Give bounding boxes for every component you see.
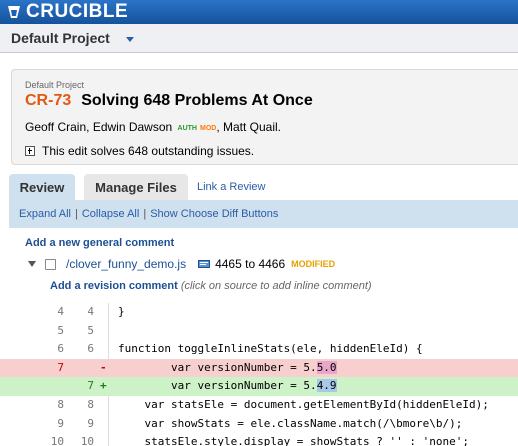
diff-line[interactable]: 6 6 function toggleInlineStats(ele, hidden… <box>0 340 518 359</box>
diff-line[interactable]: 4 4} <box>0 303 518 322</box>
tab-bar: Review Manage Files Link a Review <box>0 174 518 200</box>
old-line-number: 4 <box>57 305 64 318</box>
changed-token: 4.9 <box>316 379 337 393</box>
source-code-prefix: var versionNumber = 5. <box>118 379 317 393</box>
new-line-number: 4 <box>87 305 94 318</box>
collapse-all-link[interactable]: Collapse All <box>82 208 139 220</box>
participant-moderator: Edwin Dawson <box>92 120 173 134</box>
project-selector-label[interactable]: Default Project <box>11 30 110 46</box>
top-brand-bar: CRUCIBLE <box>0 0 518 24</box>
old-line-number: 8 <box>57 397 64 411</box>
diff-line[interactable]: 55 <box>0 322 518 341</box>
review-toolbar: Expand All | Collapse All | Show Choose … <box>9 200 518 228</box>
source-code: var statsEle = document.getElementById(h… <box>118 397 489 411</box>
diff-marker: - <box>100 360 107 374</box>
old-line-number: 10 <box>50 435 64 446</box>
review-key: CR-73 <box>25 92 72 109</box>
diff-line[interactable]: 10 10 statsEle.style.display = showStats … <box>0 433 518 446</box>
new-line-number: 8 <box>87 397 94 411</box>
revision-comment-row: Add a revision comment (click on source … <box>50 280 372 292</box>
revision-range: 4465 to 4466 <box>215 257 286 271</box>
review-description: This edit solves 648 outstanding issues. <box>25 144 254 158</box>
revision-comment-hint: (click on source to add inline comment) <box>180 280 372 292</box>
diff-line[interactable]: 8 8 var statsEle = document.getElementByI… <box>0 396 518 415</box>
new-line-number: 5 <box>87 323 94 337</box>
old-line-number: 7 <box>57 360 64 374</box>
diff-line-removed[interactable]: 7 - var versionNumber = 5.5.0 <box>0 358 518 378</box>
tab-manage-files[interactable]: Manage Files <box>84 174 188 200</box>
source-code-prefix: var versionNumber = 5. <box>118 360 317 374</box>
revision-icon <box>198 260 211 268</box>
status-badge: MODIFIED <box>291 259 336 269</box>
brand-name[interactable]: CRUCIBLE <box>26 1 128 23</box>
separator: | <box>74 208 78 220</box>
moderator-badge: MOD <box>199 125 217 132</box>
old-line-number: 9 <box>57 416 64 430</box>
changed-token: 5.0 <box>316 360 337 374</box>
review-participants: Geoff Crain, Edwin Dawson AUTH MOD, Matt … <box>25 120 281 134</box>
source-code: statsEle.style.display = showStats ? '' … <box>118 435 469 446</box>
separator: | <box>143 208 147 220</box>
file-name-link[interactable]: /clover_funny_demo.js <box>66 257 186 271</box>
new-line-number: 6 <box>87 342 94 356</box>
source-code: function toggleInlineStats(ele, hiddenEl… <box>118 342 423 356</box>
page-title: CR-73 Solving 648 Problems At Once <box>25 92 313 110</box>
project-bar: Default Project <box>0 24 518 53</box>
new-line-number: 7 <box>87 379 94 393</box>
diff-line[interactable]: 9 9 var showStats = ele.className.match(/… <box>0 415 518 434</box>
source-code: } <box>118 305 125 318</box>
file-checkbox[interactable] <box>45 258 56 270</box>
review-project-label: Default Project <box>25 80 85 90</box>
add-general-comment-link[interactable]: Add a new general comment <box>25 237 174 249</box>
review-title: Solving 648 Problems At Once <box>81 92 313 109</box>
source-code: var showStats = ele.className.match(/\bm… <box>118 416 463 430</box>
author-badge: AUTH <box>177 125 197 132</box>
plus-box-icon[interactable] <box>25 146 35 156</box>
old-line-number: 5 <box>57 323 64 337</box>
source-code: var versionNumber = 5.5.0 <box>118 360 337 374</box>
show-diff-buttons-link[interactable]: Show Choose Diff Buttons <box>150 208 278 220</box>
new-line-number: 10 <box>80 435 94 446</box>
triangle-down-icon[interactable] <box>28 261 36 267</box>
source-code: var versionNumber = 5.4.9 <box>118 379 337 393</box>
expand-all-link[interactable]: Expand All <box>19 208 71 220</box>
crucible-logo-icon[interactable] <box>6 4 22 20</box>
participant-reviewer: , Matt Quail. <box>216 120 282 134</box>
source-diff: 4 4} 5 5 6 6 function toggleInlineStats(ele, h… <box>0 303 518 446</box>
add-revision-comment-link[interactable]: Add a revision comment <box>50 280 178 292</box>
description-text: This edit solves 648 outstanding issues. <box>42 144 255 158</box>
link-review-link[interactable]: Link a Review <box>197 174 265 200</box>
new-line-number: 9 <box>87 416 94 430</box>
file-header: /clover_funny_demo.js 4465 to 4466 MODIF… <box>28 256 335 272</box>
diff-line-added[interactable]: 7 + var versionNumber = 5.4.9 <box>0 377 518 396</box>
participant-author: Geoff Crain, <box>25 120 93 134</box>
chevron-down-icon[interactable] <box>125 36 134 42</box>
diff-marker: + <box>100 379 107 393</box>
old-line-number: 6 <box>57 342 64 356</box>
review-header: Default Project CR-73 Solving 648 Problem… <box>11 69 518 165</box>
tab-review[interactable]: Review <box>9 174 75 200</box>
